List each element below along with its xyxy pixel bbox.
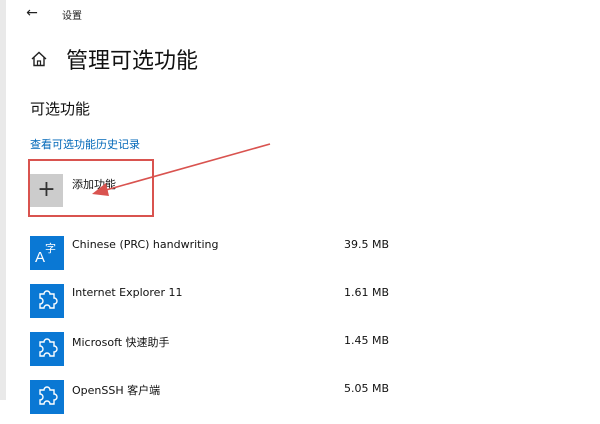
window-edge <box>0 0 6 400</box>
svg-text:A: A <box>35 249 45 266</box>
page-title: 管理可选功能 <box>66 49 199 74</box>
feature-size: 1.45 MB <box>344 334 390 347</box>
feature-row[interactable]: Microsoft 快速助手 1.45 MB <box>30 328 400 376</box>
feature-row[interactable]: Internet Explorer 11 1.61 MB <box>30 280 400 328</box>
feature-row[interactable]: A 字 Chinese (PRC) handwriting 39.5 MB <box>30 232 400 280</box>
home-icon <box>31 51 47 67</box>
title-bar: ← 设置 <box>0 0 600 28</box>
feature-size: 5.05 MB <box>344 382 390 395</box>
feature-name: Chinese (PRC) handwriting <box>72 238 219 251</box>
language-icon: A 字 <box>30 236 64 270</box>
puzzle-icon <box>30 332 64 366</box>
section-title: 可选功能 <box>30 100 91 118</box>
puzzle-icon <box>30 380 64 414</box>
feature-size: 1.61 MB <box>344 286 390 299</box>
feature-name: Internet Explorer 11 <box>72 286 183 299</box>
feature-list: A 字 Chinese (PRC) handwriting 39.5 MB In… <box>30 232 400 424</box>
feature-name: Microsoft 快速助手 <box>72 336 170 349</box>
annotation-highlight-box <box>28 159 154 217</box>
app-title: 设置 <box>62 11 82 22</box>
feature-name: OpenSSH 客户端 <box>72 384 161 397</box>
history-link[interactable]: 查看可选功能历史记录 <box>30 136 140 152</box>
feature-size: 39.5 MB <box>344 238 390 251</box>
back-arrow-icon[interactable]: ← <box>22 4 42 22</box>
puzzle-icon <box>30 284 64 318</box>
svg-text:字: 字 <box>45 241 56 255</box>
feature-row[interactable]: OpenSSH 客户端 5.05 MB <box>30 376 400 424</box>
